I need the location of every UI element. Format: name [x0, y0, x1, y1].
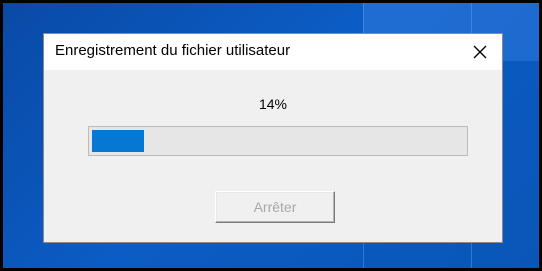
- close-icon: [473, 45, 487, 59]
- dialog-title: Enregistrement du fichier utilisateur: [55, 42, 291, 59]
- stop-button[interactable]: Arrêter: [215, 191, 335, 223]
- progress-bar: [88, 126, 468, 156]
- save-progress-dialog: Enregistrement du fichier utilisateur 14…: [43, 33, 503, 243]
- close-button[interactable]: [458, 34, 502, 70]
- progress-bar-fill: [92, 130, 144, 152]
- dialog-titlebar[interactable]: Enregistrement du fichier utilisateur: [44, 34, 502, 70]
- progress-percentage: 14%: [258, 96, 288, 112]
- desktop-background: Enregistrement du fichier utilisateur 14…: [3, 3, 539, 268]
